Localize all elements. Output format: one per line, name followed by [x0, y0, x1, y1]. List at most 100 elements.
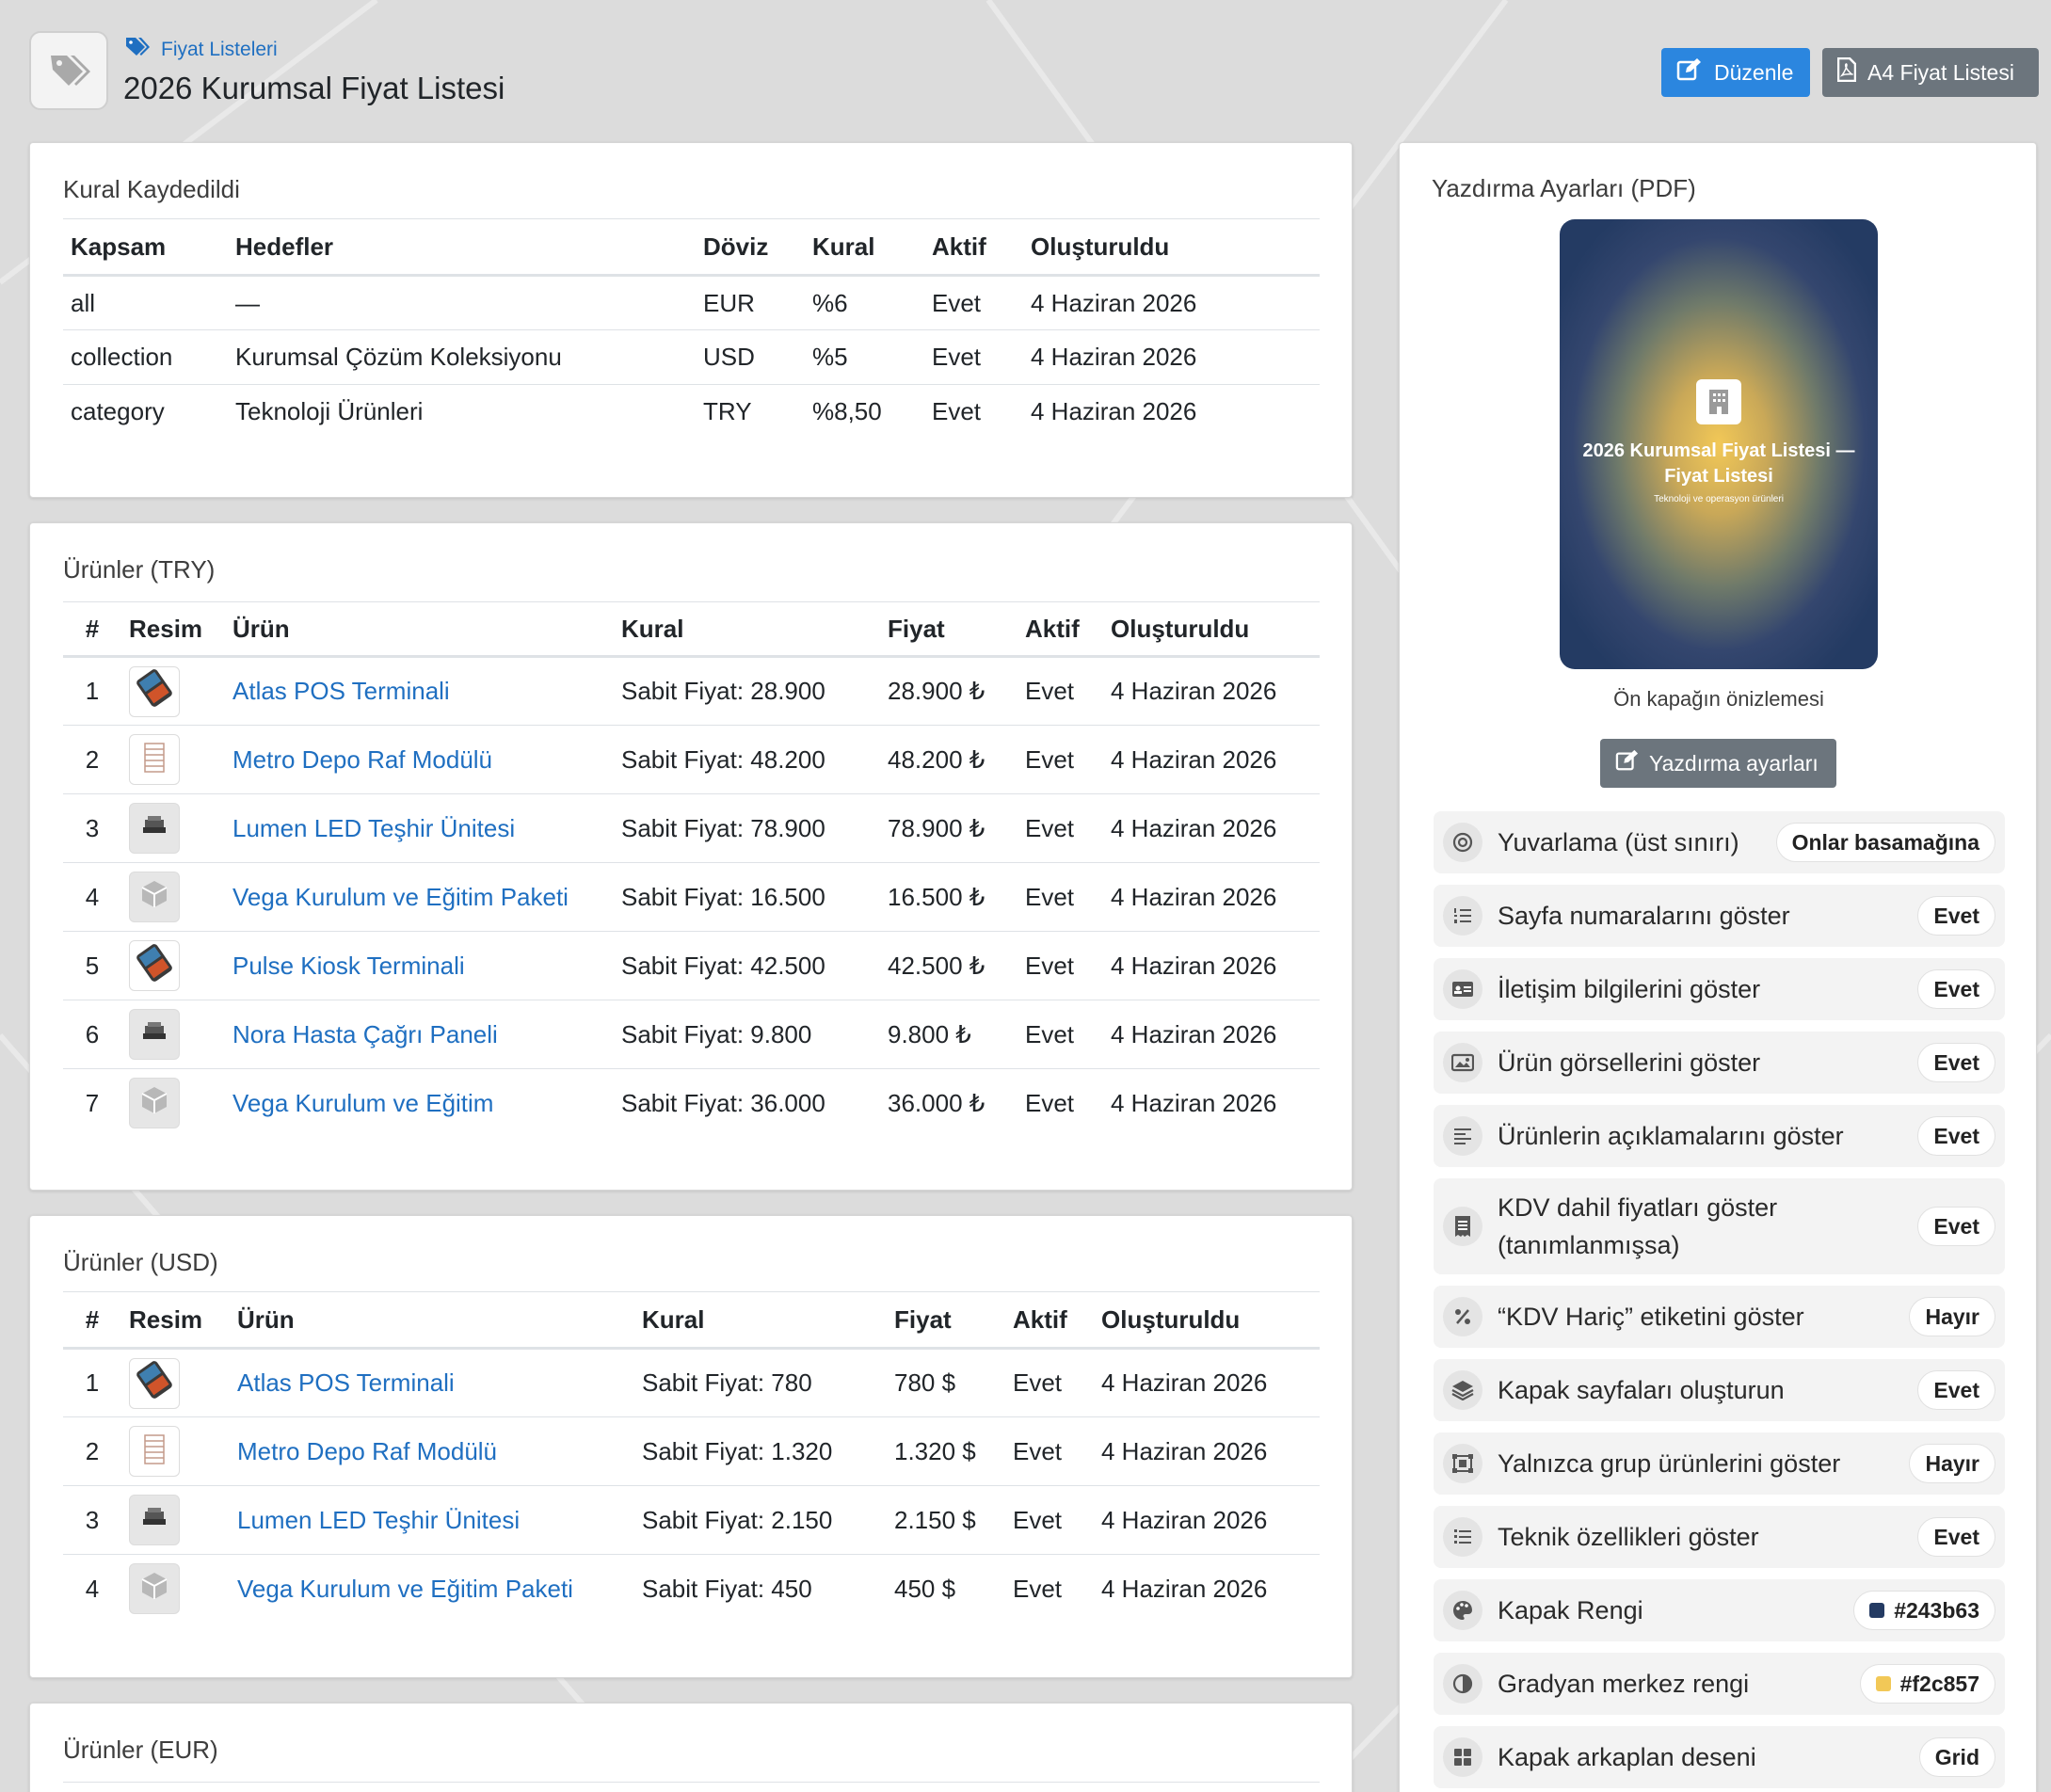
tags-icon — [29, 31, 108, 110]
table-cell: Evet — [924, 275, 1023, 330]
product-link[interactable]: Metro Depo Raf Modülü — [232, 745, 492, 774]
setting-row: Sayfa numaralarını göster Evet — [1434, 885, 2005, 947]
product-link[interactable]: Lumen LED Teşhir Ünitesi — [237, 1506, 520, 1534]
setting-value: Grid — [1934, 1744, 1979, 1769]
edit-icon — [1676, 57, 1703, 88]
table-cell: %6 — [805, 275, 924, 330]
product-name-cell: Atlas POS Terminali — [225, 656, 614, 726]
column-header: Kural — [634, 1291, 887, 1350]
product-name-cell: Atlas POS Terminali — [230, 1348, 634, 1417]
contrast-icon — [1443, 1664, 1482, 1704]
align-left-icon — [1443, 1116, 1482, 1156]
table-cell: Kurumsal Çözüm Koleksiyonu — [228, 329, 696, 385]
setting-label: Kapak Rengi — [1498, 1596, 1643, 1624]
rule-cell: Sabit Fiyat: 78.900 — [614, 793, 880, 863]
edit-button-label: Düzenle — [1714, 59, 1794, 85]
active-cell: Evet — [1013, 1574, 1063, 1603]
product-link[interactable]: Atlas POS Terminali — [232, 677, 450, 705]
price-cell: 450 $ — [894, 1574, 956, 1603]
table-row: 4 Vega Kurulum ve Eğitim Paketi Sabit Fiya… — [63, 1555, 1320, 1624]
product-name-cell: Lumen LED Teşhir Ünitesi — [230, 1485, 634, 1555]
setting-value-badge: #f2c857 — [1859, 1664, 1995, 1704]
edit-button[interactable]: Düzenle — [1661, 48, 1810, 97]
product-thumbnail — [129, 940, 180, 991]
print-settings-button[interactable]: Yazdırma ayarları — [1600, 739, 1836, 788]
setting-label: “KDV Hariç” etiketini göster — [1498, 1303, 1804, 1331]
product-link[interactable]: Lumen LED Teşhir Ünitesi — [232, 814, 515, 842]
column-header: Resim — [121, 601, 225, 658]
column-header: Aktif — [1017, 601, 1103, 658]
table-cell: 4 Haziran 2026 — [1031, 397, 1197, 426]
table-cell: all — [63, 275, 228, 330]
product-name-cell: Lumen LED Teşhir Ünitesi — [225, 793, 614, 863]
row-number: 3 — [63, 1485, 121, 1555]
rule-cell: Sabit Fiyat: 2.150 — [634, 1485, 887, 1555]
setting-label: Kapak arkaplan deseni — [1498, 1743, 1756, 1771]
rule-cell: Sabit Fiyat: 1.320 — [634, 1416, 887, 1486]
setting-row: Kapak arkaplan deseni Grid — [1434, 1726, 2005, 1788]
a4-price-list-button[interactable]: A4 Fiyat Listesi — [1822, 48, 2039, 97]
product-link[interactable]: Vega Kurulum ve Eğitim Paketi — [237, 1575, 573, 1603]
pos-product-icon — [133, 666, 176, 716]
setting-row: Teknik özellikleri göster Evet — [1434, 1506, 2005, 1568]
created-cell: 4 Haziran 2026 — [1094, 1485, 1320, 1555]
print-settings-button-label: Yazdırma ayarları — [1649, 750, 1819, 776]
setting-label: Teknik özellikleri göster — [1498, 1523, 1759, 1551]
column-header: Kapsam — [63, 218, 228, 277]
breadcrumb[interactable]: Fiyat Listeleri — [125, 37, 278, 62]
box-product-icon — [136, 1081, 173, 1126]
setting-label: İletişim bilgilerini göster — [1498, 975, 1761, 1003]
active-cell: Evet — [1017, 1000, 1103, 1069]
product-image-cell — [121, 1416, 230, 1486]
products-try-table: # Resim Ürün Kural Fiyat Aktif Oluşturuldu 1 At… — [63, 601, 1320, 1138]
box-product-icon — [136, 875, 173, 920]
rules-card-title: Kural Kaydedildi — [63, 175, 240, 203]
setting-value: Evet — [1933, 1213, 1979, 1239]
setting-label: Sayfa numaralarını göster — [1498, 902, 1790, 930]
created-cell: 4 Haziran 2026 — [1103, 862, 1320, 932]
table-cell: %8,50 — [812, 397, 882, 426]
rules-card: Kural Kaydedildi Kapsam Hedefler Döviz Kura… — [29, 142, 1353, 498]
price-cell: 2.150 $ — [887, 1485, 1005, 1555]
product-name-cell: Metro Depo Raf Modülü — [225, 725, 614, 794]
product-thumbnail — [129, 872, 180, 922]
table-cell: TRY — [703, 397, 752, 426]
product-link[interactable]: Atlas POS Terminali — [237, 1368, 455, 1397]
table-cell: %5 — [805, 329, 924, 385]
setting-row: Gradyan merkez rengi #f2c857 — [1434, 1653, 2005, 1715]
column-header: Fiyat — [880, 601, 1017, 658]
product-link[interactable]: Vega Kurulum ve Eğitim — [232, 1089, 493, 1117]
product-image-cell — [121, 656, 225, 726]
setting-row: KDV dahil fiyatları göster (tanımlanmışs… — [1434, 1178, 2005, 1274]
setting-label: Yalnızca grup ürünlerini göster — [1498, 1449, 1841, 1478]
table-cell: collection — [63, 329, 228, 385]
active-cell: Evet — [1017, 862, 1103, 932]
product-image-cell — [121, 862, 225, 932]
setting-value-badge: Evet — [1917, 896, 1995, 936]
list-icon — [1443, 1517, 1482, 1557]
breadcrumb-link[interactable]: Fiyat Listeleri — [161, 39, 278, 61]
product-image-cell — [121, 1000, 225, 1069]
product-link[interactable]: Vega Kurulum ve Eğitim Paketi — [232, 883, 569, 911]
table-cell: USD — [696, 329, 805, 385]
product-link[interactable]: Metro Depo Raf Modülü — [237, 1437, 497, 1465]
setting-label: Ürünlerin açıklamalarını göster — [1498, 1122, 1844, 1150]
rule-cell: Sabit Fiyat: 48.200 — [614, 725, 880, 794]
setting-value: Evet — [1933, 1377, 1979, 1402]
product-thumbnail — [129, 1495, 180, 1545]
row-number: 5 — [63, 931, 121, 1000]
table-cell: category — [71, 397, 165, 426]
product-thumbnail — [129, 1426, 180, 1477]
table-cell: EUR — [696, 275, 805, 330]
column-header: Döviz — [696, 218, 805, 277]
product-link[interactable]: Nora Hasta Çağrı Paneli — [232, 1020, 498, 1048]
setting-value: #f2c857 — [1899, 1671, 1979, 1696]
tags-icon — [125, 37, 150, 62]
product-link[interactable]: Pulse Kiosk Terminali — [232, 952, 465, 980]
setting-value-badge: Evet — [1917, 969, 1995, 1009]
active-cell: Evet — [1017, 931, 1103, 1000]
divider — [63, 1782, 1320, 1783]
setting-value: Hayır — [1925, 1450, 1979, 1476]
product-name-cell: Pulse Kiosk Terminali — [225, 931, 614, 1000]
table-cell: 4 Haziran 2026 — [1023, 329, 1320, 385]
